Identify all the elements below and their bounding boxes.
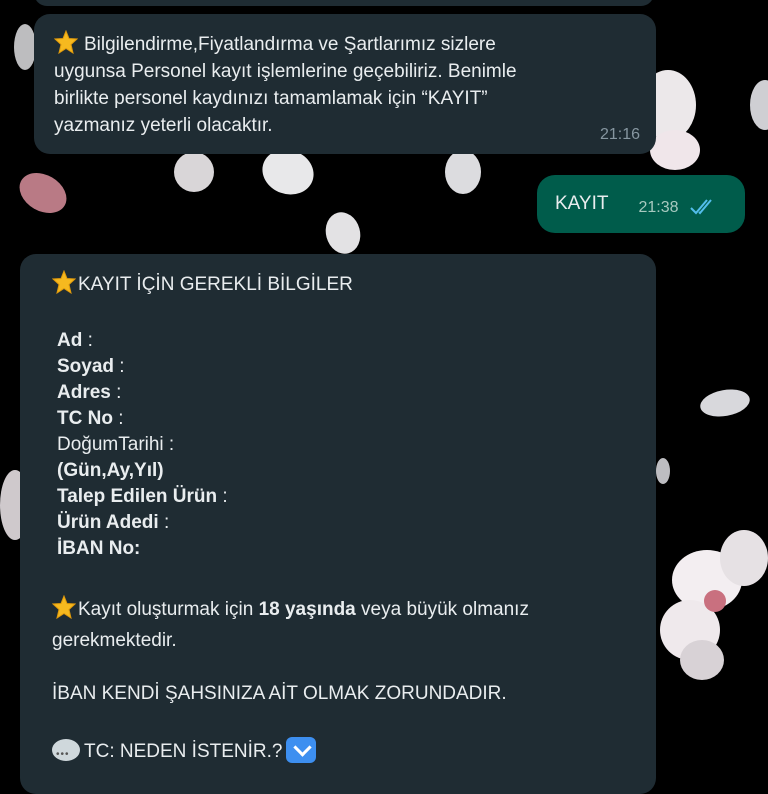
- petal-decoration: [321, 208, 365, 258]
- registration-form-text: Ad : Soyad : Adres : TC No : DoğumTarihi…: [57, 328, 624, 562]
- field-separator: :: [217, 486, 228, 507]
- previous-message-bubble: [34, 0, 654, 6]
- heading-line: KAYIT İÇİN GEREKLİ BİLGİLER: [52, 270, 624, 298]
- age-note-pre: Kayıt oluşturmak için: [78, 599, 259, 620]
- message-line: birlikte personel kaydınızı tamamlamak i…: [54, 88, 488, 109]
- star-emoji: [52, 595, 76, 619]
- star-emoji: [54, 30, 78, 54]
- field-separator: :: [112, 408, 124, 429]
- iban-note: İBAN KENDİ ŞAHSINIZA AİT OLMAK ZORUNDADI…: [52, 683, 507, 704]
- field-label-ad: Ad: [57, 330, 83, 351]
- field-label-soyad: Soyad: [57, 356, 115, 377]
- incoming-message[interactable]: KAYIT İÇİN GEREKLİ BİLGİLER Ad : Soyad :…: [20, 254, 656, 794]
- speech-bubble-emoji: [52, 739, 80, 768]
- field-label-tc: TC No: [57, 408, 113, 429]
- petal-decoration: [12, 164, 74, 222]
- field-label-adres: Adres: [57, 382, 111, 403]
- petal-decoration: [720, 530, 768, 586]
- petal-decoration: [445, 150, 481, 194]
- petal-decoration: [698, 385, 752, 421]
- petal-decoration: [650, 130, 700, 170]
- message-text: KAYIT: [555, 193, 609, 214]
- field-separator: :: [114, 356, 125, 377]
- field-separator: :: [110, 382, 122, 403]
- petal-decoration: [656, 458, 670, 484]
- petal-decoration: [750, 80, 768, 130]
- petal-decoration: [704, 590, 726, 612]
- message-text: Bilgilendirme,Fiyatlandırma ve Şartlarım…: [54, 30, 636, 139]
- message-timestamp: 21:16: [599, 126, 640, 143]
- message-line: Bilgilendirme,Fiyatlandırma ve Şartlarım…: [84, 34, 496, 55]
- petal-decoration: [14, 24, 36, 70]
- age-note-post: veya büyük olmanız: [355, 599, 529, 620]
- age-note-line2: gerekmektedir.: [52, 630, 177, 651]
- petal-decoration: [174, 152, 214, 192]
- incoming-message[interactable]: Bilgilendirme,Fiyatlandırma ve Şartlarım…: [34, 14, 656, 154]
- down-arrow-emoji: [286, 737, 317, 763]
- field-label-iban: İBAN No:: [57, 538, 141, 559]
- star-emoji: [52, 270, 76, 294]
- field-separator: :: [158, 512, 170, 533]
- field-label-product: Talep Edilen Ürün: [57, 486, 218, 507]
- message-heading: KAYIT İÇİN GEREKLİ BİLGİLER: [78, 274, 353, 295]
- tc-question: TC: NEDEN İSTENİR.?: [84, 741, 283, 762]
- message-line: uygunsa Personel kayıt işlemlerine geçeb…: [54, 61, 517, 82]
- petal-decoration: [680, 640, 724, 680]
- message-timestamp: 21:38: [638, 199, 679, 216]
- outgoing-message[interactable]: KAYIT 21:38: [537, 175, 745, 233]
- message-line: yazmanız yeterli olacaktır.: [54, 115, 273, 136]
- message-timestamp-group: 21:38: [639, 198, 720, 221]
- field-label-birth: DoğumTarihi :: [57, 434, 175, 455]
- age-note-bold: 18 yaşında: [258, 599, 356, 620]
- message-text: KAYIT İÇİN GEREKLİ BİLGİLER Ad : Soyad :…: [52, 270, 624, 768]
- double-check-icon: [689, 198, 719, 221]
- field-separator: :: [82, 330, 93, 351]
- field-label-quantity: Ürün Adedi: [57, 512, 159, 533]
- birth-format: (Gün,Ay,Yıl): [57, 460, 164, 481]
